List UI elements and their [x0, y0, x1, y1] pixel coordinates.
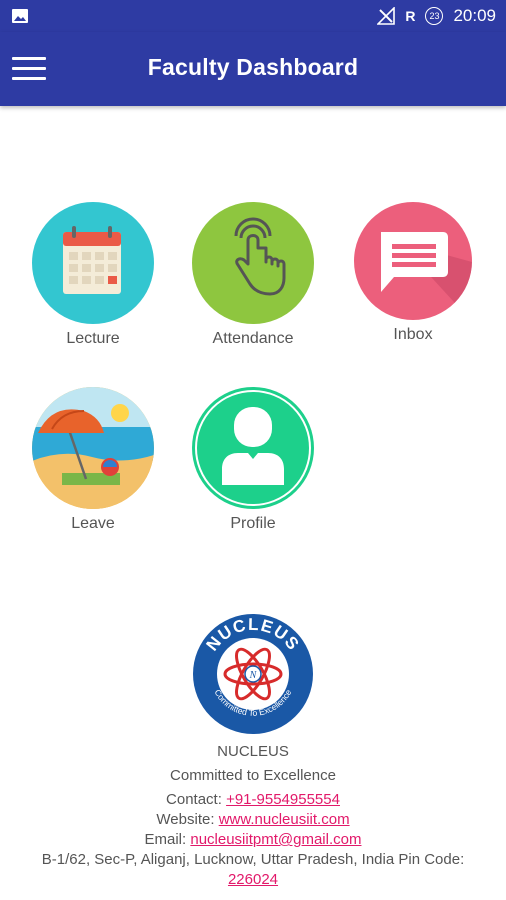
contact-label: Contact: [166, 791, 222, 808]
website-label: Website: [156, 811, 215, 828]
org-tagline: Committed to Excellence [170, 767, 336, 784]
tile-attendance[interactable]: Attendance [183, 202, 323, 348]
address-text: B-1/62, Sec-P, Aliganj, Lucknow, Uttar P… [41, 851, 465, 868]
user-icon [192, 387, 314, 509]
address-line: B-1/62, Sec-P, Aliganj, Lucknow, Uttar P… [0, 850, 506, 890]
network-type: R [405, 8, 416, 24]
tile-label: Inbox [393, 326, 433, 343]
tile-label: Lecture [66, 330, 120, 347]
tile-label: Leave [71, 515, 115, 532]
email-label: Email: [144, 831, 187, 848]
tile-label: Profile [230, 515, 276, 532]
battery-badge: 23 [425, 7, 444, 25]
tile-lecture[interactable]: Lecture [23, 202, 163, 348]
status-bar: R 23 20:09 [0, 0, 506, 32]
website-line: Website: www.nucleusiit.com [0, 810, 506, 830]
tile-leave[interactable]: Leave [23, 387, 163, 533]
app-bar: Faculty Dashboard [0, 32, 506, 106]
tap-hand-icon [192, 202, 314, 324]
pincode-link[interactable]: 226024 [228, 871, 278, 888]
page-title: Faculty Dashboard [147, 54, 359, 80]
tile-inbox[interactable]: Inbox [343, 202, 483, 344]
org-name: NUCLEUS [217, 743, 289, 760]
no-signal-icon [377, 7, 396, 25]
svg-text:N: N [249, 670, 258, 681]
message-icon [354, 202, 472, 320]
nucleus-logo: NUCLEUS Committed To Excellence N [193, 614, 313, 734]
clock: 20:09 [453, 6, 496, 25]
email-line: Email: nucleusiitpmt@gmail.com [0, 830, 506, 850]
phone-link[interactable]: +91-9554955554 [226, 791, 340, 808]
email-link[interactable]: nucleusiitpmt@gmail.com [190, 831, 361, 848]
image-icon [12, 9, 28, 23]
website-link[interactable]: www.nucleusiit.com [219, 811, 350, 828]
beach-icon [32, 387, 154, 509]
tile-profile[interactable]: Profile [183, 387, 323, 533]
footer: NUCLEUS Committed To Excellence N NUCLEU… [0, 612, 506, 890]
tile-label: Attendance [212, 330, 294, 347]
contact-line: Contact: +91-9554955554 [0, 790, 506, 810]
calendar-icon [32, 202, 154, 324]
